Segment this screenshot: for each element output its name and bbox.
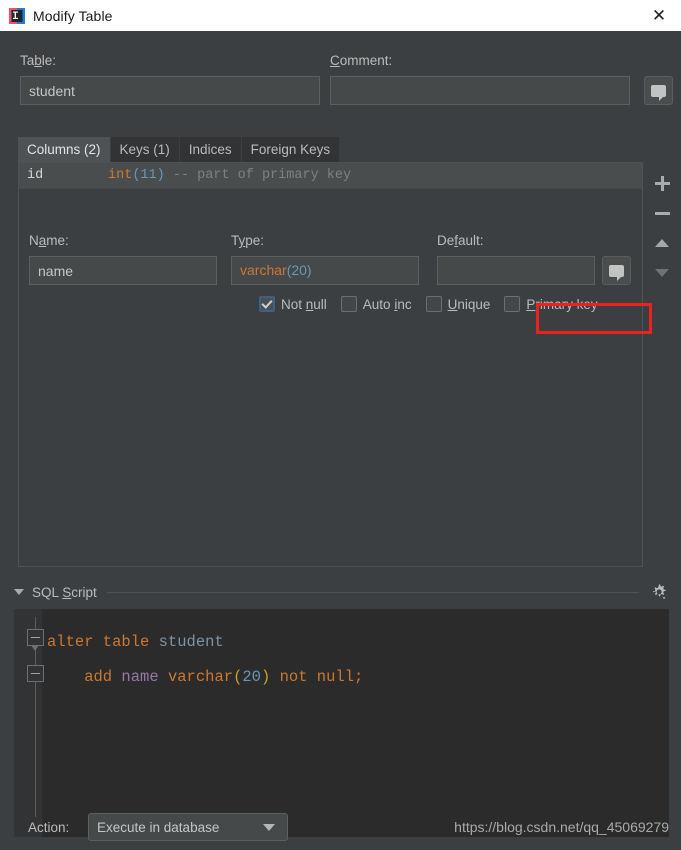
table-label: Table: [20,53,57,68]
checkbox-label: Auto inc [362,296,412,312]
default-label: Default: [437,233,484,248]
action-label: Action: [28,820,70,835]
window-title: Modify Table [33,7,113,24]
column-type: int [108,168,133,183]
comment-bubble-button[interactable] [644,76,673,105]
plus-icon [654,175,670,191]
column-length: (11) [132,168,165,183]
move-column-down-button [648,258,676,288]
sql-script-header: SQL Script [14,579,669,605]
close-icon[interactable]: ✕ [637,0,681,31]
columns-panel: id int(11) -- part of primary key Name: … [18,162,652,567]
checkbox-unique[interactable]: Unique [425,296,491,312]
minus-icon [654,211,670,215]
checkbox-box [259,296,275,312]
column-name: id [27,168,44,183]
sql-token: name [121,668,168,686]
sql-token: alter table [47,633,159,651]
add-column-button[interactable] [648,168,676,198]
sql-token: varchar [167,668,234,686]
comment-bubble-icon [609,264,624,281]
top-fields-row: Table: Comment: [18,43,673,125]
action-select[interactable]: Execute in database [88,813,288,841]
checkbox-label: Not null [281,296,327,312]
code-fold-marker[interactable] [27,665,44,682]
default-comment-button[interactable] [602,256,631,285]
column-type-input[interactable]: varchar(20) [231,256,419,285]
checkbox-not-null[interactable]: Not null [259,296,327,312]
sql-script-editor[interactable]: alter table student add name varchar(20)… [14,609,669,837]
sql-token: add [47,668,122,686]
gear-icon[interactable] [649,582,669,602]
checkbox-box [340,296,357,312]
checkbox-primary-key[interactable]: Primary key [504,296,598,312]
tab-columns[interactable]: Columns (2) [18,137,110,162]
arrow-up-icon [655,239,669,247]
column-comment: -- part of primary key [172,168,352,183]
column-flags-row: Not null Auto inc Unique Primary key [259,296,598,312]
header-divider [106,591,639,593]
editor-gutter [14,609,44,837]
code-fold-marker[interactable] [27,629,44,651]
sql-code-text: alter table student add name varchar(20)… [47,625,363,695]
table-row[interactable]: id int(11) -- part of primary key [19,163,642,189]
checkbox-box [504,296,521,312]
window-titlebar: Modify Table ✕ [0,0,681,32]
watermark-text: https://blog.csdn.net/qq_45069279 [454,819,669,835]
checkbox-auto-inc[interactable]: Auto inc [340,296,412,312]
triangle-down-icon[interactable] [14,589,24,595]
checkbox-box [425,296,442,312]
sql-token: 20 [242,668,261,686]
sql-token: not null; [270,668,364,686]
column-editor: Name: Type: varchar(20) Default: Not nul… [19,189,652,592]
remove-column-button[interactable] [648,198,676,228]
modify-table-dialog: Table: Comment: Columns (2) Keys (1) Ind… [0,31,681,850]
name-label: Name: [29,233,69,248]
sql-token: ( [233,668,243,686]
intellij-idea-icon [9,7,25,24]
chevron-down-icon [263,823,275,831]
type-label: Type: [231,233,265,248]
dialog-bottom-bar: Action: Execute in database https://blog… [0,806,681,850]
sql-token: ) [260,668,271,686]
checkbox-label: Primary key [526,296,598,312]
arrow-down-icon [655,269,669,277]
table-comment-input[interactable] [330,76,630,105]
column-name-input[interactable] [29,256,217,285]
comment-bubble-icon [651,84,666,101]
checkbox-label: Unique [447,296,491,312]
columns-side-toolbar [645,162,679,567]
dialog-left-edge [0,31,8,850]
type-length: (20) [286,262,312,278]
type-base: varchar [240,262,287,278]
tab-foreign-keys[interactable]: Foreign Keys [241,137,340,162]
move-column-up-button[interactable] [648,228,676,258]
action-select-value: Execute in database [97,819,220,835]
table-editor-tabs: Columns (2) Keys (1) Indices Foreign Key… [18,135,663,162]
sql-token: student [158,633,224,651]
comment-label: Comment: [330,53,393,68]
tab-keys[interactable]: Keys (1) [110,137,179,162]
tab-indices[interactable]: Indices [179,137,241,162]
column-default-input[interactable] [437,256,595,285]
sql-script-title: SQL Script [32,584,97,600]
table-name-input[interactable] [20,76,320,105]
